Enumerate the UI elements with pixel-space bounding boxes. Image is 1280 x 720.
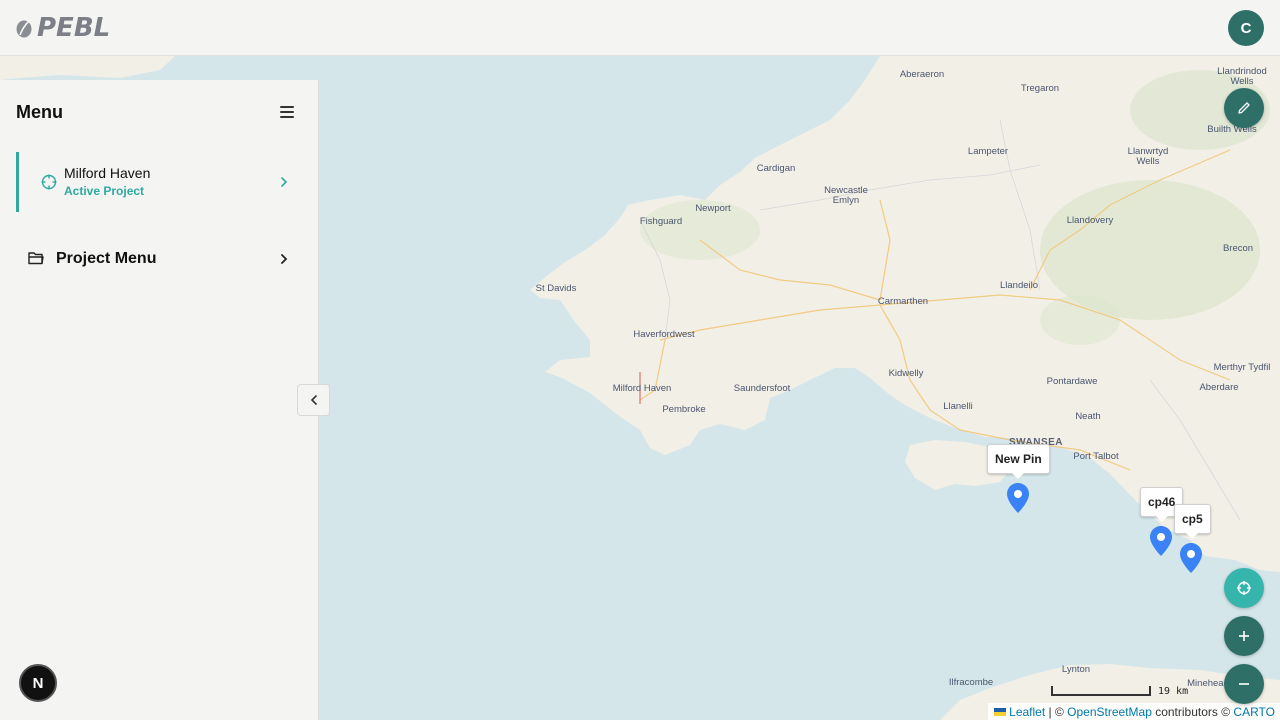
sidebar: Menu Milford Haven Active Project Projec… bbox=[0, 80, 319, 720]
pin-tooltip: New Pin bbox=[987, 444, 1050, 479]
user-avatar[interactable]: C bbox=[1228, 10, 1264, 46]
map-label: Llandeilo bbox=[999, 280, 1039, 291]
map-label: Brecon bbox=[1222, 243, 1254, 254]
map-label: Merthyr Tydfil bbox=[1213, 362, 1271, 373]
zoom-in-button[interactable] bbox=[1224, 616, 1264, 656]
crosshair-icon bbox=[41, 174, 57, 190]
minus-icon bbox=[1239, 683, 1249, 685]
zoom-out-button[interactable] bbox=[1224, 664, 1264, 704]
map-label: Llandovery bbox=[1066, 215, 1114, 226]
project-name: Milford Haven bbox=[64, 165, 151, 181]
map-label: Llandrindod Wells bbox=[1217, 66, 1267, 87]
chevron-left-icon bbox=[310, 395, 317, 405]
map-label: Pembroke bbox=[662, 404, 706, 415]
project-menu-label: Project Menu bbox=[56, 250, 157, 267]
map-label: Milford Haven bbox=[612, 383, 672, 394]
osm-link[interactable]: OpenStreetMap bbox=[1067, 705, 1152, 719]
map-label: Saundersfoot bbox=[733, 383, 791, 394]
leaflet-link[interactable]: Leaflet bbox=[1009, 705, 1045, 719]
map-label: Llanwrtyd Wells bbox=[1127, 146, 1169, 167]
map-label: St Davids bbox=[535, 283, 577, 294]
logo-text: PEBL bbox=[37, 13, 111, 43]
map-label: Pontardawe bbox=[1046, 376, 1098, 387]
map-label: Lynton bbox=[1061, 664, 1091, 675]
map-label: Kidwelly bbox=[888, 368, 924, 379]
collapse-sidebar-button[interactable] bbox=[297, 384, 330, 416]
map-scale-label: 19 km bbox=[1158, 686, 1189, 697]
map-label: Carmarthen bbox=[877, 296, 929, 307]
map-scale-bar bbox=[1051, 686, 1151, 696]
pencil-icon bbox=[1238, 102, 1250, 114]
chevron-right-icon bbox=[281, 177, 288, 187]
map-attribution: Leaflet | © OpenStreetMap contributors ©… bbox=[988, 703, 1280, 720]
map-label: Aberaeron bbox=[899, 69, 945, 80]
chevron-right-icon bbox=[281, 254, 288, 264]
sidebar-title: Menu bbox=[16, 102, 63, 122]
leaf-logo-icon bbox=[16, 20, 32, 38]
attribution-separator: | © bbox=[1045, 705, 1068, 719]
pebl-logo[interactable]: PEBL bbox=[15, 13, 110, 43]
folder-open-icon bbox=[28, 252, 44, 265]
map-pin-icon[interactable] bbox=[1180, 543, 1202, 573]
ukraine-flag-icon bbox=[994, 708, 1007, 716]
map-label: Neath bbox=[1075, 411, 1101, 422]
hamburger-menu-icon[interactable] bbox=[280, 106, 294, 118]
map-label: Port Talbot bbox=[1073, 451, 1119, 462]
map-pin-icon[interactable] bbox=[1150, 526, 1172, 556]
project-menu-item[interactable]: Project Menu bbox=[28, 248, 293, 272]
map-label: Haverfordwest bbox=[633, 329, 695, 340]
attribution-contributors: contributors © bbox=[1151, 705, 1234, 719]
active-project-item[interactable]: Milford Haven Active Project bbox=[16, 152, 303, 212]
pin-tooltip: cp5 bbox=[1174, 504, 1211, 539]
map-label: Aberdare bbox=[1199, 382, 1239, 393]
map-label: Minehead bbox=[1187, 678, 1229, 689]
map-label: Newport bbox=[695, 203, 731, 214]
app-header: PEBL C bbox=[0, 0, 1280, 56]
plus-icon bbox=[1239, 631, 1249, 641]
project-status: Active Project bbox=[64, 184, 145, 198]
carto-link[interactable]: CARTO bbox=[1233, 705, 1275, 719]
map-label: Fishguard bbox=[639, 216, 683, 227]
map-label: Cardigan bbox=[756, 163, 796, 174]
crosshair-icon bbox=[1237, 581, 1251, 595]
map-pin-icon[interactable] bbox=[1007, 483, 1029, 513]
map-label: Ilfracombe bbox=[948, 677, 994, 688]
map-label: Llanelli bbox=[943, 401, 973, 412]
map-label: Newcastle Emlyn bbox=[824, 185, 868, 206]
map-label: Tregaron bbox=[1020, 83, 1060, 94]
dev-tools-badge[interactable]: N bbox=[19, 664, 57, 702]
map-label: Lampeter bbox=[967, 146, 1009, 157]
edit-button[interactable] bbox=[1224, 88, 1264, 128]
locate-button[interactable] bbox=[1224, 568, 1264, 608]
